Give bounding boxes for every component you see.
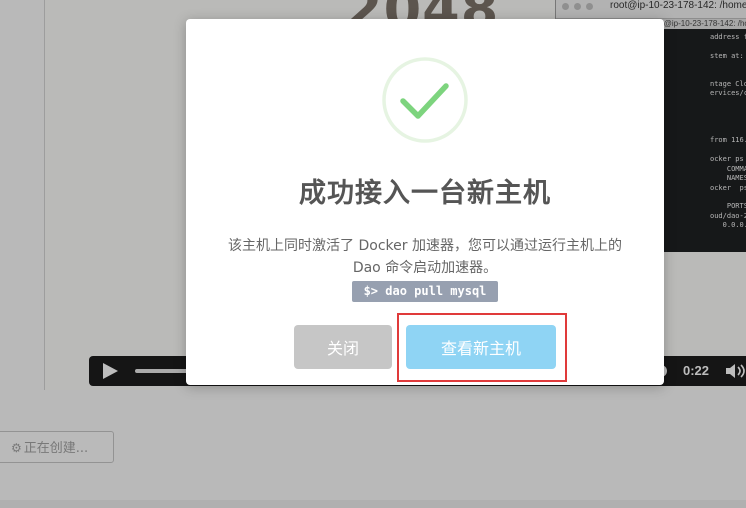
- success-check-icon: [382, 57, 468, 143]
- close-button[interactable]: 关闭: [294, 325, 392, 369]
- success-dialog: 成功接入一台新主机 该主机上同时激活了 Docker 加速器，您可以通过运行主机…: [186, 19, 664, 385]
- command-snippet: $> dao pull mysql: [352, 281, 498, 302]
- description-line-1: 该主机上同时激活了 Docker 加速器，您可以通过运行主机上的: [228, 238, 622, 254]
- dialog-description: 该主机上同时激活了 Docker 加速器，您可以通过运行主机上的 Dao 命令启…: [196, 235, 654, 279]
- description-line-2: Dao 命令启动加速器。: [352, 260, 498, 276]
- dialog-title: 成功接入一台新主机: [299, 178, 551, 209]
- view-new-host-button[interactable]: 查看新主机: [406, 325, 556, 369]
